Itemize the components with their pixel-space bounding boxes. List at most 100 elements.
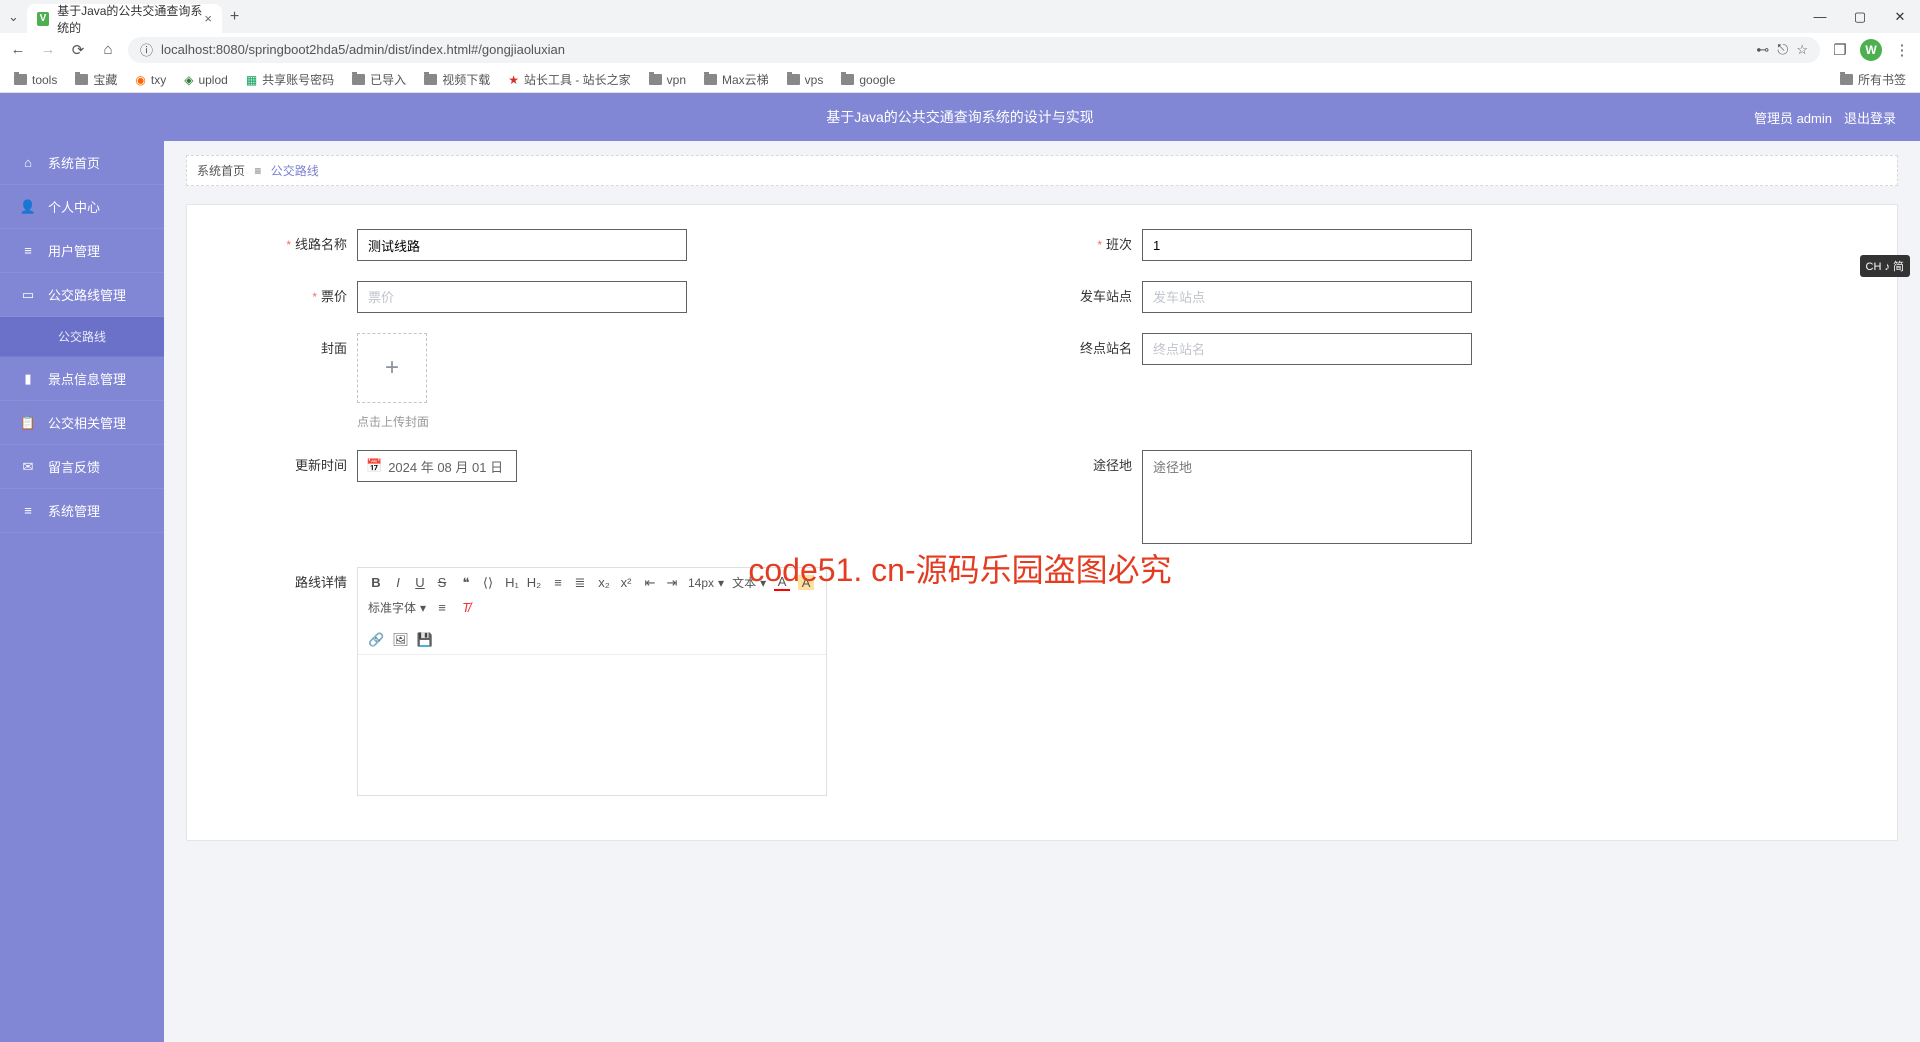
via-textarea[interactable] — [1142, 450, 1472, 544]
bookmark-item[interactable]: 宝藏 — [69, 69, 123, 90]
clear-format-button[interactable]: T̸ — [458, 600, 474, 615]
terminal-input[interactable] — [1142, 333, 1472, 365]
bookmark-item[interactable]: ◈uplod — [178, 71, 234, 89]
extensions-button[interactable]: ❐ — [1830, 40, 1850, 60]
chat-icon: ▭ — [20, 287, 36, 303]
sidebar-item-bus-route-mgmt[interactable]: ▭公交路线管理 — [0, 273, 164, 317]
via-label: 途径地 — [1042, 450, 1142, 482]
rich-text-editor: B I U S ❝ ⟨⟩ H₁ H₂ — [357, 567, 827, 796]
sidebar-item-feedback[interactable]: ✉留言反馈 — [0, 445, 164, 489]
indent-less-button[interactable]: ⇤ — [642, 575, 658, 591]
quote-button[interactable]: ❝ — [458, 575, 474, 591]
tab-strip: ⌄ V 基于Java的公共交通查询系统的 × + — ▢ ✕ — [0, 0, 1920, 33]
underline-button[interactable]: U — [412, 575, 428, 590]
person-icon: 👤 — [20, 199, 36, 215]
superscript-button[interactable]: x² — [618, 575, 634, 590]
browser-tab[interactable]: V 基于Java的公共交通查询系统的 × — [27, 4, 222, 33]
bookmark-item[interactable]: 视频下载 — [418, 69, 496, 90]
depart-input[interactable] — [1142, 281, 1472, 313]
nav-row: ← → ⟳ ⌂ ⓘ localhost:8080/springboot2hda5… — [0, 33, 1920, 66]
translate-icon[interactable]: ⎋ — [1777, 41, 1788, 58]
app-title: 基于Java的公共交通查询系统的设计与实现 — [826, 107, 1094, 127]
route-name-input[interactable] — [357, 229, 687, 261]
link-button[interactable]: 🔗 — [368, 632, 384, 648]
upload-hint: 点击上传封面 — [357, 413, 687, 430]
close-icon[interactable]: × — [204, 11, 212, 26]
sidebar-item-users[interactable]: ≡用户管理 — [0, 229, 164, 273]
minimize-button[interactable]: — — [1800, 0, 1840, 33]
image-button[interactable]: 🖼 — [392, 632, 409, 648]
bookmark-item[interactable]: ◉txy — [129, 71, 172, 89]
save-button[interactable]: 💾 — [417, 632, 433, 648]
ordered-list-button[interactable]: ≡ — [550, 575, 566, 590]
code-button[interactable]: ⟨⟩ — [480, 575, 496, 591]
price-input[interactable] — [357, 281, 687, 313]
frequency-input[interactable] — [1142, 229, 1472, 261]
chevron-down-icon[interactable]: ⌄ — [8, 9, 19, 25]
breadcrumb: 系统首页 ≡ 公交路线 — [186, 155, 1898, 186]
sidebar-item-bus-related[interactable]: 📋公交相关管理 — [0, 401, 164, 445]
indent-more-button[interactable]: ⇥ — [664, 575, 680, 591]
message-icon: ✉ — [20, 459, 36, 475]
ime-indicator[interactable]: CH ♪ 简 — [1860, 255, 1911, 277]
font-color-button[interactable]: A — [774, 574, 790, 591]
bg-color-button[interactable]: A — [798, 575, 814, 590]
sidebar-item-system[interactable]: ≡系统管理 — [0, 489, 164, 533]
depart-label: 发车站点 — [1042, 281, 1142, 313]
bookmark-item[interactable]: 已导入 — [346, 69, 412, 90]
subscript-button[interactable]: x₂ — [596, 575, 612, 590]
logout-link[interactable]: 退出登录 — [1844, 108, 1896, 127]
font-size-select[interactable]: 14px▾ — [688, 576, 724, 590]
detail-label: 路线详情 — [257, 567, 357, 599]
editor-body[interactable] — [358, 655, 826, 795]
bookmark-item[interactable]: ▦共享账号密码 — [240, 69, 340, 90]
main-area: 系统首页 ≡ 公交路线 *线路名称 *班次 *票价 — [164, 141, 1920, 1042]
bold-button[interactable]: B — [368, 575, 384, 590]
sidebar-item-home[interactable]: ⌂系统首页 — [0, 141, 164, 185]
sidebar-item-bus-route[interactable]: 公交路线 — [0, 317, 164, 357]
admin-label[interactable]: 管理员 admin — [1754, 108, 1832, 127]
maximize-button[interactable]: ▢ — [1840, 0, 1880, 33]
upload-cover-box[interactable]: + — [357, 333, 427, 403]
update-time-input[interactable]: 📅 2024 年 08 月 01 日 — [357, 450, 517, 482]
list-icon: ≡ — [20, 503, 36, 519]
bookmark-item[interactable]: Max云梯 — [698, 69, 775, 90]
new-tab-button[interactable]: + — [230, 8, 239, 26]
all-bookmarks[interactable]: 所有书签 — [1834, 69, 1912, 90]
reload-button[interactable]: ⟳ — [68, 40, 88, 60]
heading-select[interactable]: 文本▾ — [732, 574, 766, 591]
italic-button[interactable]: I — [390, 575, 406, 590]
bookmark-item[interactable]: ★站长工具 - 站长之家 — [502, 69, 636, 90]
sidebar-item-personal[interactable]: 👤个人中心 — [0, 185, 164, 229]
key-icon[interactable]: ⊷ — [1756, 42, 1769, 58]
breadcrumb-home[interactable]: 系统首页 — [197, 164, 245, 178]
bookmark-item[interactable]: google — [835, 71, 901, 89]
bookmark-item[interactable]: vps — [781, 71, 830, 89]
bookmark-icon[interactable]: ☆ — [1796, 42, 1808, 58]
h2-button[interactable]: H₂ — [526, 575, 542, 590]
address-bar[interactable]: ⓘ localhost:8080/springboot2hda5/admin/d… — [128, 37, 1820, 63]
plus-icon: + — [385, 354, 399, 382]
calendar-icon: 📅 — [366, 458, 382, 474]
editor-toolbar: B I U S ❝ ⟨⟩ H₁ H₂ — [358, 568, 826, 655]
url-text: localhost:8080/springboot2hda5/admin/dis… — [161, 42, 1748, 57]
breadcrumb-current: 公交路线 — [271, 164, 319, 178]
font-family-select[interactable]: 标准字体▾ — [368, 599, 426, 616]
site-info-icon[interactable]: ⓘ — [140, 40, 153, 59]
cover-label: 封面 — [257, 333, 357, 365]
close-window-button[interactable]: ✕ — [1880, 0, 1920, 33]
back-button[interactable]: ← — [8, 40, 28, 60]
sidebar-item-spots[interactable]: ▮景点信息管理 — [0, 357, 164, 401]
menu-button[interactable]: ⋮ — [1892, 40, 1912, 60]
list-icon: ≡ — [20, 243, 36, 259]
profile-avatar[interactable]: W — [1860, 39, 1882, 61]
terminal-label: 终点站名 — [1042, 333, 1142, 365]
align-button[interactable]: ≡ — [434, 600, 450, 615]
home-button[interactable]: ⌂ — [98, 40, 118, 60]
strike-button[interactable]: S — [434, 575, 450, 590]
h1-button[interactable]: H₁ — [504, 575, 520, 590]
unordered-list-button[interactable]: ≣ — [572, 575, 588, 591]
bookmark-item[interactable]: tools — [8, 71, 63, 89]
forward-button[interactable]: → — [38, 40, 58, 60]
bookmark-item[interactable]: vpn — [643, 71, 692, 89]
